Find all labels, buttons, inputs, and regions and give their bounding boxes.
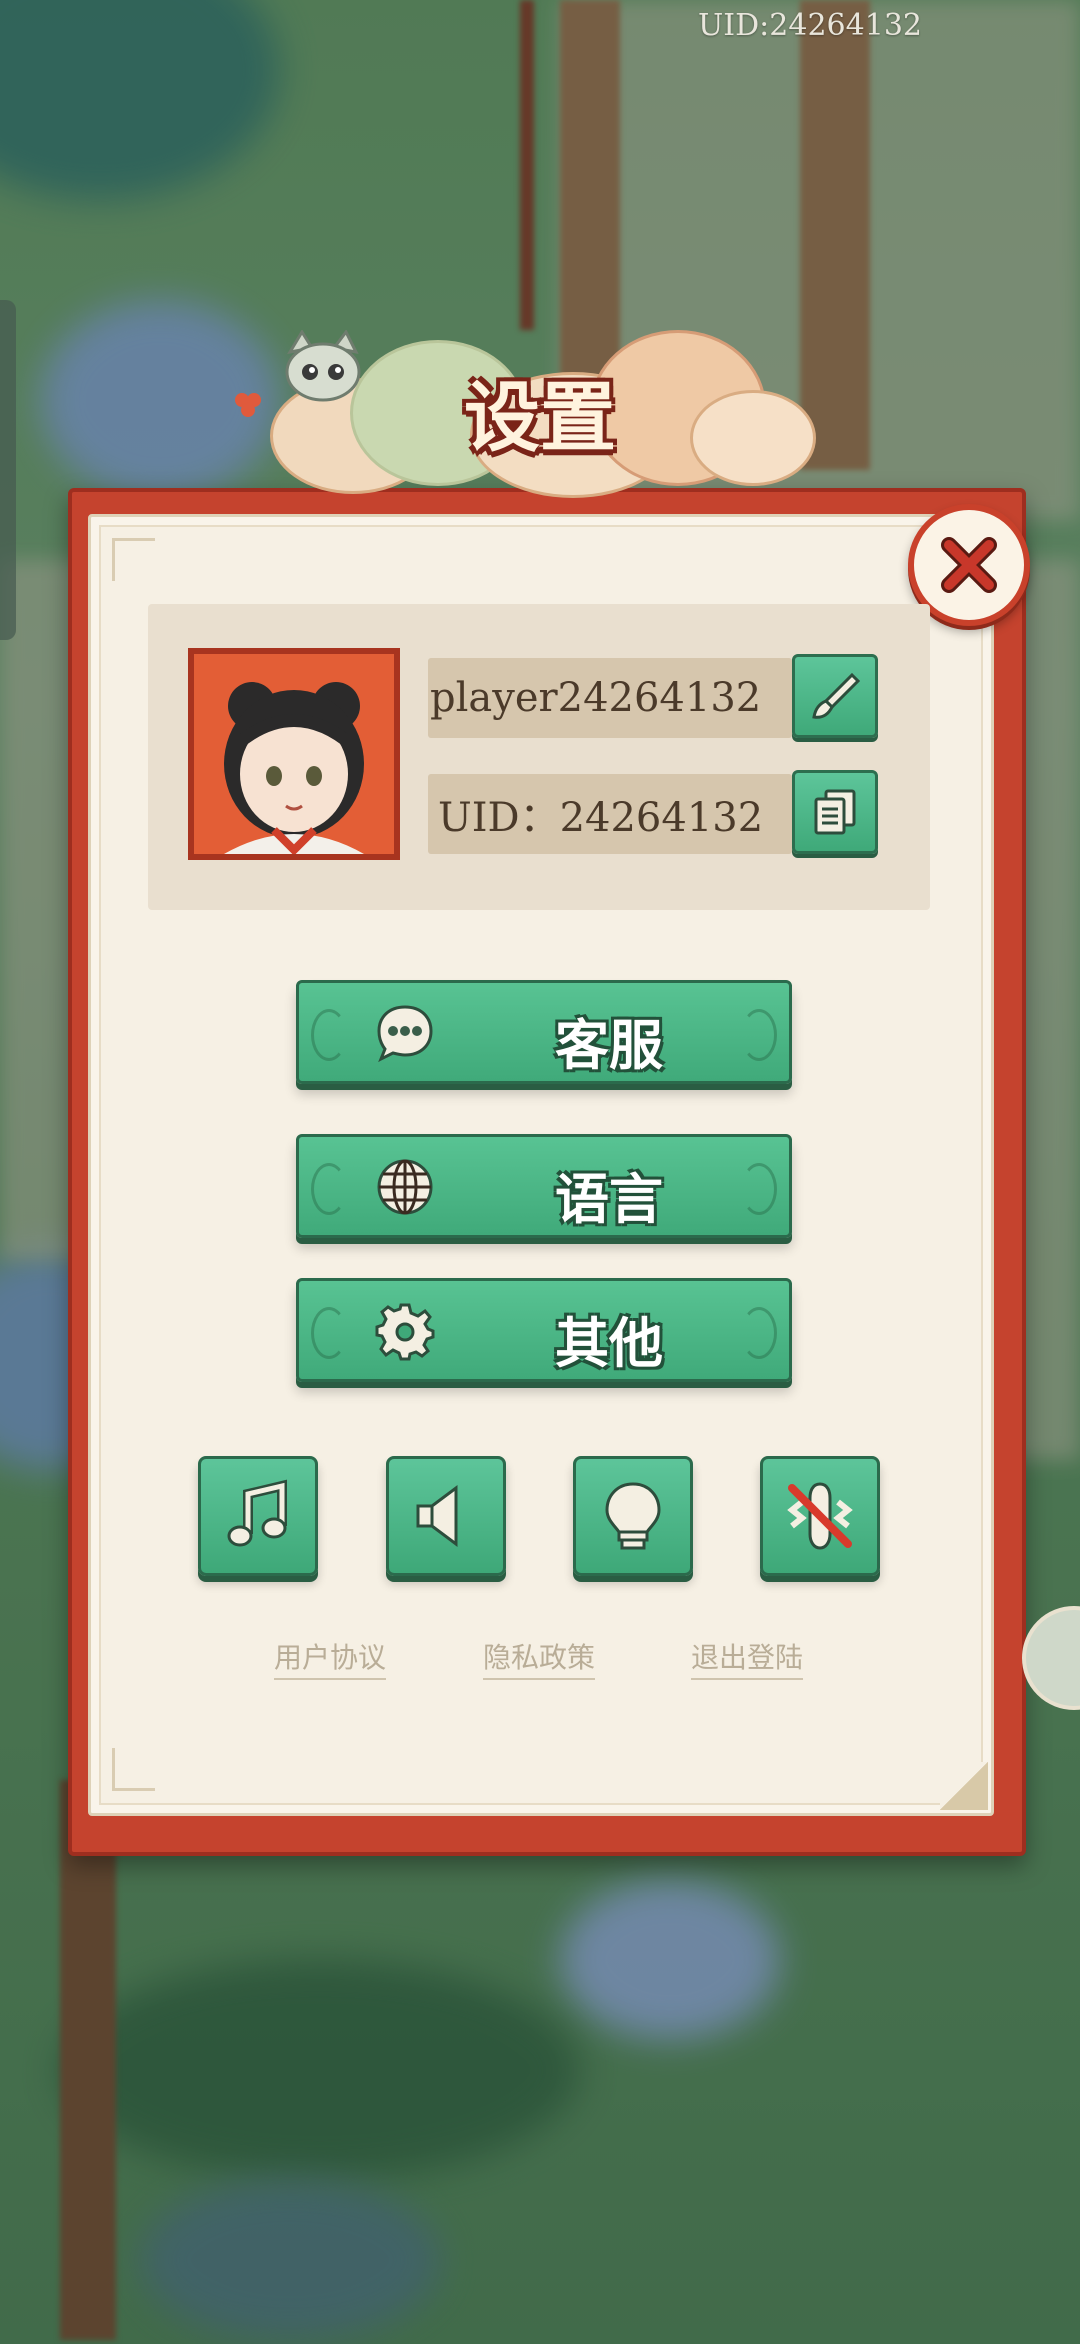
avatar-portrait-icon xyxy=(194,654,394,854)
page-fold-corner xyxy=(940,1762,988,1810)
other-settings-label: 其他 xyxy=(555,1312,663,1375)
light-bulb-icon xyxy=(605,1482,661,1550)
close-icon xyxy=(941,537,997,593)
logout-link[interactable]: 退出登陆 xyxy=(691,1636,804,1680)
language-button[interactable]: 语言 xyxy=(296,1134,792,1238)
dialog-title: 设置 xyxy=(464,373,616,462)
copy-uid-button[interactable] xyxy=(792,770,878,854)
gear-icon xyxy=(375,1301,435,1361)
cat-mascot-icon xyxy=(285,330,361,402)
speaker-icon xyxy=(416,1485,458,1547)
other-settings-button[interactable]: 其他 xyxy=(296,1278,792,1382)
decorative-corner xyxy=(112,538,155,581)
player-avatar[interactable] xyxy=(188,648,400,860)
music-note-icon xyxy=(227,1479,287,1547)
sound-toggle[interactable] xyxy=(386,1456,506,1576)
edit-name-button[interactable] xyxy=(792,654,878,738)
vibration-toggle[interactable] xyxy=(760,1456,880,1576)
language-label: 语言 xyxy=(555,1168,663,1231)
decorative-corner xyxy=(112,1748,155,1791)
customer-service-button[interactable]: 客服 xyxy=(296,980,792,1084)
copy-icon xyxy=(814,789,856,835)
player-name-field: player24264132 xyxy=(428,658,792,738)
vibration-off-icon xyxy=(787,1482,853,1550)
top-uid-label: UID:24264132 xyxy=(698,8,922,43)
globe-icon xyxy=(375,1157,435,1217)
privacy-policy-link[interactable]: 隐私政策 xyxy=(483,1636,596,1680)
brush-icon xyxy=(812,672,861,719)
music-toggle[interactable] xyxy=(198,1456,318,1576)
side-panel-tab[interactable] xyxy=(0,300,16,640)
uid-field: UID：24264132 xyxy=(428,774,792,854)
chat-bubble-icon xyxy=(375,1003,435,1063)
customer-service-label: 客服 xyxy=(555,1014,663,1077)
light-toggle[interactable] xyxy=(573,1456,693,1576)
user-agreement-link[interactable]: 用户协议 xyxy=(274,1636,387,1680)
flower-icon xyxy=(235,393,261,417)
